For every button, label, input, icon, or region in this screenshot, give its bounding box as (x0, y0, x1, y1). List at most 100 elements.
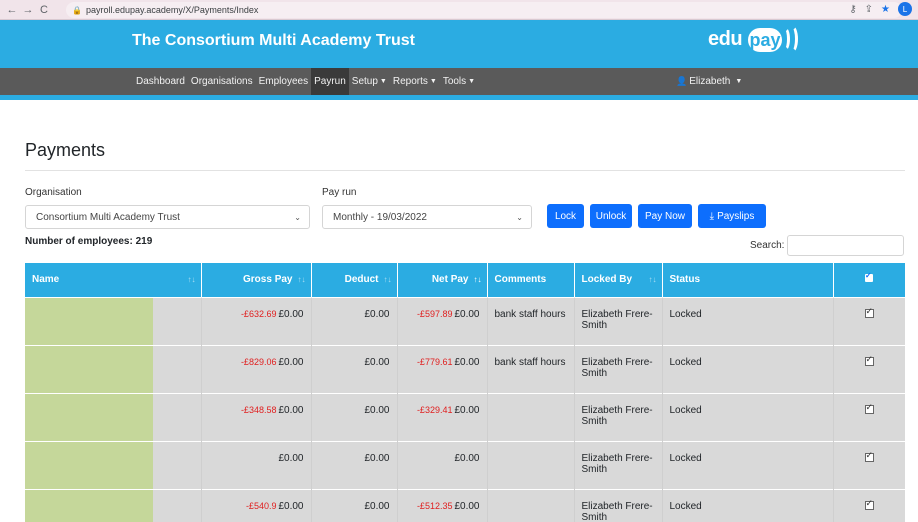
row-checkbox[interactable] (864, 402, 874, 414)
menu-list: Dashboard Organisations Employees Payrun… (133, 68, 478, 95)
table-row[interactable]: -£632.69 £0.00 £0.00 -£597.89 £0.00 bank s… (25, 296, 905, 345)
key-icon[interactable]: ⚷ (849, 4, 856, 15)
menu-item-employees[interactable]: Employees (256, 68, 311, 95)
caret-down-icon: ▼ (468, 78, 476, 85)
bookmark-star-icon[interactable]: ★ (881, 4, 890, 15)
menu-item-payrun[interactable]: Payrun (311, 68, 349, 95)
name-redacted-block (25, 393, 153, 441)
row-checkbox[interactable] (864, 450, 874, 462)
menu-item-tools[interactable]: Tools ▼ (440, 68, 478, 95)
menu-item-setup[interactable]: Setup ▼ (349, 68, 390, 95)
sort-icon: ↑↓ (187, 275, 196, 284)
column-header-gross-pay[interactable]: Gross Pay ↑↓ (201, 263, 312, 297)
employee-name-cell[interactable] (25, 392, 202, 441)
name-redacted-block (25, 297, 153, 345)
unlock-button[interactable]: Unlock (590, 204, 632, 228)
employee-count: Number of employees: 219 (25, 236, 153, 247)
name-redacted-block (25, 345, 153, 393)
row-select-cell (833, 392, 905, 441)
row-checkbox[interactable] (864, 306, 874, 318)
locked-by-cell: Elizabeth Frere-Smith (574, 296, 663, 345)
caret-down-icon: ▼ (429, 78, 437, 85)
status-cell: Locked (662, 392, 834, 441)
employee-name-cell[interactable] (25, 296, 202, 345)
profile-avatar[interactable]: L (898, 2, 912, 16)
deduct-cell: £0.00 (311, 488, 398, 522)
organisation-select[interactable]: Consortium Multi Academy Trust ⌄ (25, 205, 310, 229)
column-header-deduct[interactable]: Deduct ↑↓ (311, 263, 398, 297)
sort-ascending-icon: ↑↓ (473, 275, 482, 284)
url-text: payroll.edupay.academy/X/Payments/Index (85, 5, 259, 15)
row-checkbox[interactable] (864, 498, 874, 510)
table-row[interactable]: -£829.06 £0.00 £0.00 -£779.61 £0.00 bank s… (25, 344, 905, 393)
comments-cell (487, 440, 575, 489)
user-menu[interactable]: 👤 Elizabeth ▼ (676, 68, 742, 95)
row-select-cell (833, 296, 905, 345)
status-cell: Locked (662, 344, 834, 393)
payslips-button[interactable]: ⤓ Payslips (698, 204, 766, 228)
row-checkbox[interactable] (864, 354, 874, 366)
user-icon: 👤 (676, 76, 688, 86)
browser-actions: ⚷ ⇪ ★ L (849, 2, 912, 16)
table-header-row: Name ↑↓ Gross Pay ↑↓ Deduct ↑↓ Net Pay ↑↓ Co… (25, 263, 905, 297)
menu-item-dashboard[interactable]: Dashboard (133, 68, 188, 95)
column-header-locked-by[interactable]: Locked By ↑↓ (574, 263, 663, 297)
organisation-label: Organisation (25, 187, 82, 198)
name-redacted-block (25, 441, 153, 489)
table-row[interactable]: -£348.58 £0.00 £0.00 -£329.41 £0.00 Elizab… (25, 392, 905, 441)
back-arrow-icon[interactable]: ← (4, 4, 20, 16)
employee-name-cell[interactable] (25, 344, 202, 393)
employee-name-cell[interactable] (25, 488, 202, 522)
sort-icon: ↑↓ (383, 275, 392, 284)
deduct-cell: £0.00 (311, 344, 398, 393)
lock-button[interactable]: Lock (547, 204, 584, 228)
name-redacted-block (25, 489, 153, 522)
locked-by-cell: Elizabeth Frere-Smith (574, 392, 663, 441)
comments-cell: bank staff hours (487, 344, 575, 393)
download-icon: ⤓ (709, 210, 715, 222)
caret-down-icon: ▼ (735, 78, 743, 85)
net-pay-cell: -£597.89 £0.00 (397, 296, 488, 345)
net-pay-cell: -£779.61 £0.00 (397, 344, 488, 393)
menu-item-reports[interactable]: Reports ▼ (390, 68, 440, 95)
payments-table: Name ↑↓ Gross Pay ↑↓ Deduct ↑↓ Net Pay ↑↓ Co… (25, 263, 905, 522)
page-title: Payments (25, 140, 106, 160)
payrun-label: Pay run (322, 187, 357, 198)
edupay-logo: edu pay (708, 24, 798, 58)
table-row[interactable]: -£540.9 £0.00 £0.00 -£512.35 £0.00 Elizabe… (25, 488, 905, 522)
pay-now-button[interactable]: Pay Now (638, 204, 692, 228)
site-header: The Consortium Multi Academy Trust edu p… (0, 20, 918, 100)
gross-pay-cell: -£632.69 £0.00 (201, 296, 312, 345)
deduct-cell: £0.00 (311, 296, 398, 345)
main-navigation: Dashboard Organisations Employees Payrun… (0, 68, 918, 95)
table-row[interactable]: £0.00 £0.00 £0.00 Elizabeth Frere-Smith … (25, 440, 905, 489)
column-header-name[interactable]: Name ↑↓ (25, 263, 202, 297)
deduct-cell: £0.00 (311, 440, 398, 489)
share-icon[interactable]: ⇪ (865, 4, 873, 15)
locked-by-cell: Elizabeth Frere-Smith (574, 488, 663, 522)
column-header-status[interactable]: Status (662, 263, 834, 297)
locked-by-cell: Elizabeth Frere-Smith (574, 440, 663, 489)
gross-pay-cell: -£348.58 £0.00 (201, 392, 312, 441)
employee-name-cell[interactable] (25, 440, 202, 489)
search-input[interactable] (787, 235, 904, 256)
row-select-cell (833, 440, 905, 489)
address-bar[interactable]: 🔒 payroll.edupay.academy/X/Payments/Inde… (66, 2, 902, 18)
net-pay-cell: £0.00 (397, 440, 488, 489)
column-header-comments[interactable]: Comments (487, 263, 575, 297)
reload-icon[interactable]: C (36, 4, 52, 16)
forward-arrow-icon[interactable]: → (20, 4, 36, 16)
chevron-down-icon: ⌄ (294, 212, 301, 222)
gross-pay-cell: -£540.9 £0.00 (201, 488, 312, 522)
payments-table-container: Name ↑↓ Gross Pay ↑↓ Deduct ↑↓ Net Pay ↑↓ Co… (25, 263, 905, 522)
select-all-checkbox[interactable] (865, 271, 873, 283)
deduct-cell: £0.00 (311, 392, 398, 441)
column-header-net-pay[interactable]: Net Pay ↑↓ (397, 263, 488, 297)
menu-item-organisations[interactable]: Organisations (188, 68, 256, 95)
comments-cell (487, 392, 575, 441)
payrun-select[interactable]: Monthly - 19/03/2022 ⌄ (322, 205, 532, 229)
locked-by-cell: Elizabeth Frere-Smith (574, 344, 663, 393)
search-label: Search: (750, 240, 785, 251)
chevron-down-icon: ⌄ (516, 212, 523, 222)
column-header-select-all[interactable] (833, 263, 905, 297)
